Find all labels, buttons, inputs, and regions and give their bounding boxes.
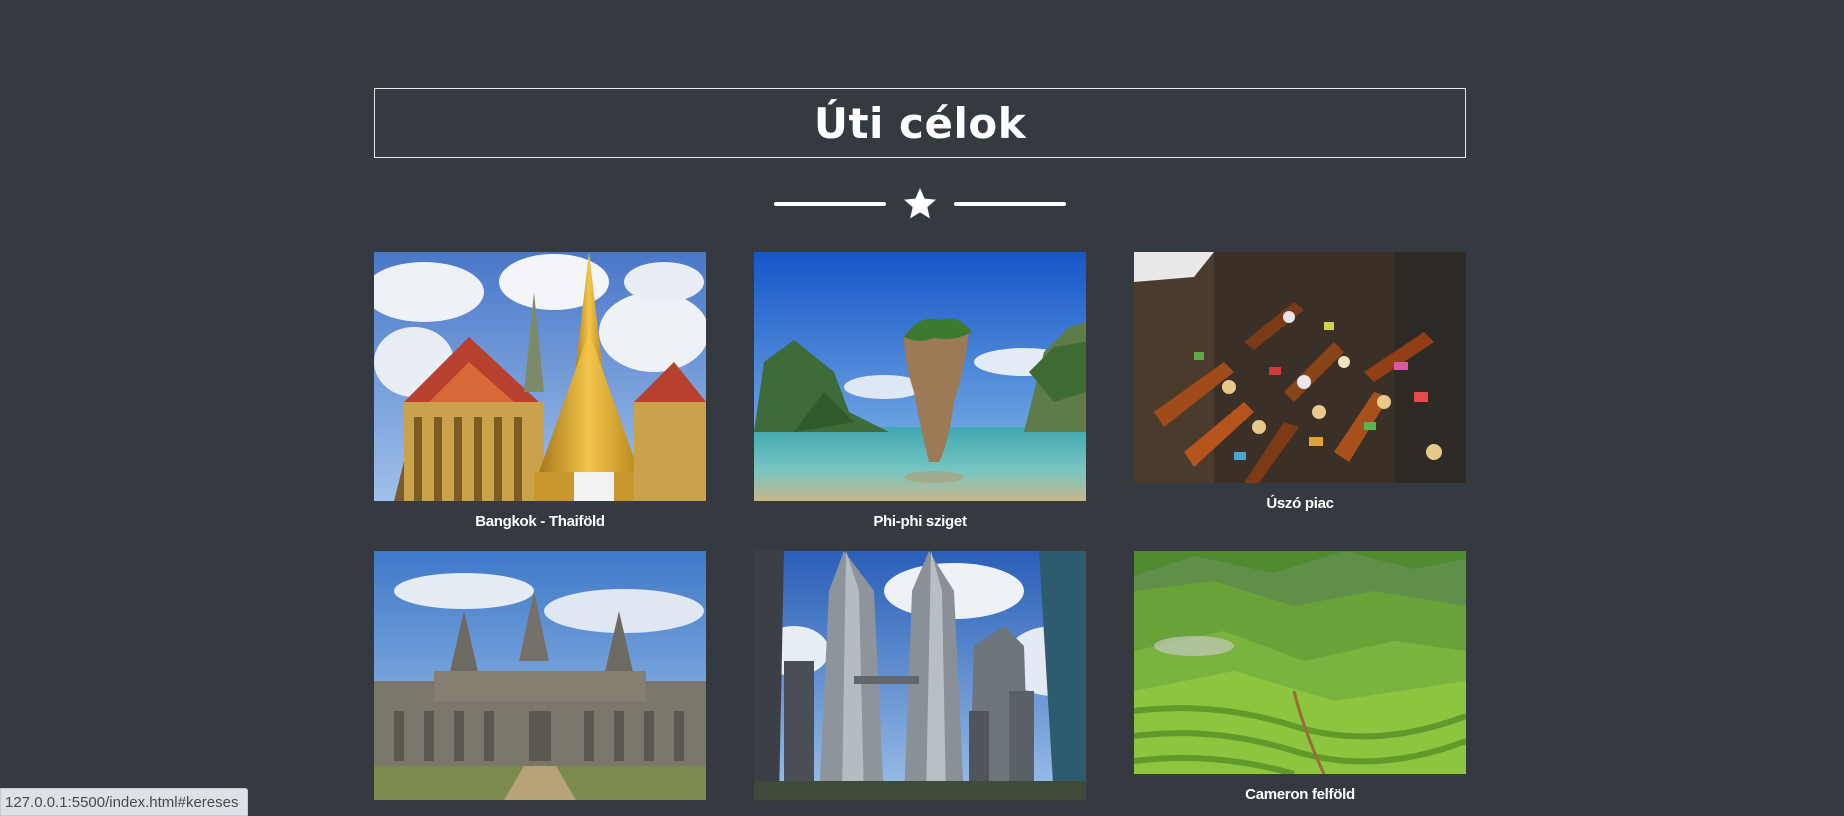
twin-towers-photo[interactable] xyxy=(754,551,1086,800)
page-title-box: Úti célok xyxy=(374,88,1466,158)
destination-caption: Cameron felföld xyxy=(1245,786,1355,803)
status-url: 127.0.0.1:5500/index.html#kereses xyxy=(5,794,239,811)
destination-card-phiphi[interactable]: Phi-phi sziget xyxy=(754,252,1086,530)
destination-caption: Bangkok - Thaiföld xyxy=(475,513,605,530)
page-title: Úti célok xyxy=(813,98,1027,148)
star-icon xyxy=(904,188,936,219)
destination-card-bangkok[interactable]: Bangkok - Thaiföld xyxy=(374,252,706,530)
temple-photo[interactable] xyxy=(374,252,706,501)
divider-line-left xyxy=(774,202,886,206)
destination-card-angkor[interactable] xyxy=(374,551,706,812)
island-rock-photo[interactable] xyxy=(754,252,1086,501)
angkor-temple-photo[interactable] xyxy=(374,551,706,800)
destination-card-cameron[interactable]: Cameron felföld xyxy=(1134,551,1466,803)
destination-card-floating-market[interactable]: Úszó piac xyxy=(1134,252,1466,512)
browser-status-bar: 127.0.0.1:5500/index.html#kereses xyxy=(0,788,248,816)
tea-hills-photo[interactable] xyxy=(1134,551,1466,774)
page: Úti célok Bangkok - Thaiföld Phi-phi szi… xyxy=(0,0,1844,816)
destination-caption: Phi-phi sziget xyxy=(873,513,967,530)
divider-line-right xyxy=(954,202,1066,206)
destination-card-towers[interactable] xyxy=(754,551,1086,812)
floating-market-photo[interactable] xyxy=(1134,252,1466,483)
title-divider xyxy=(774,186,1066,222)
destination-caption: Úszó piac xyxy=(1266,495,1334,512)
